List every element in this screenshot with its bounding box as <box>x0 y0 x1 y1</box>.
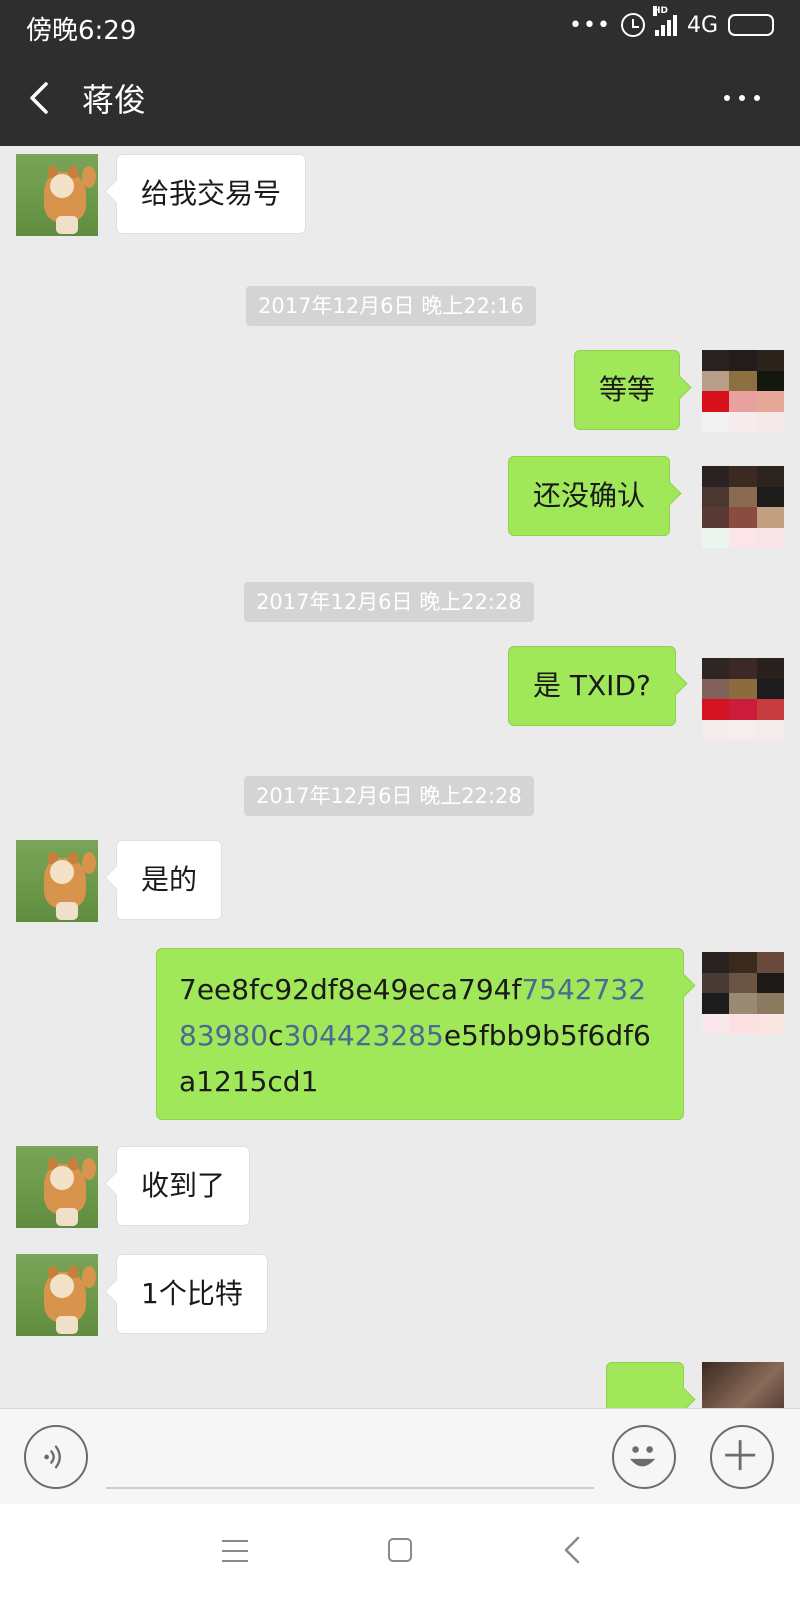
chat-header: 蒋俊 <box>0 50 800 146</box>
txid-text: 7ee8fc92df8e49eca794f754273283980c304423… <box>179 967 661 1105</box>
my-avatar[interactable] <box>702 466 784 548</box>
contact-avatar[interactable] <box>16 154 98 236</box>
alarm-icon <box>620 13 645 37</box>
contact-avatar[interactable] <box>16 1146 98 1228</box>
battery-icon <box>728 14 774 36</box>
nav-home-button[interactable] <box>388 1538 412 1562</box>
hd-label: HD <box>652 6 668 16</box>
message-bubble-sent[interactable]: 还没确认 <box>508 456 671 536</box>
back-button[interactable] <box>20 70 76 126</box>
notification-dots-icon: ••• <box>569 12 611 38</box>
more-dots-icon <box>724 95 730 101</box>
message-bubble-txid[interactable]: 7ee8fc92df8e49eca794f754273283980c304423… <box>156 948 684 1120</box>
my-avatar[interactable] <box>702 350 784 432</box>
message-bubble-received[interactable]: 收到了 <box>116 1146 251 1226</box>
message-bubble-received[interactable]: 是的 <box>116 840 223 920</box>
txid-part: c <box>268 1019 284 1052</box>
input-bar <box>0 1408 800 1504</box>
timestamp: 2017年12月6日 晚上22:28 <box>244 776 534 816</box>
status-bar: 傍晚6:29 ••• HD 4G <box>0 0 800 50</box>
plus-icon <box>725 1440 756 1471</box>
status-time: 傍晚6:29 <box>26 16 137 46</box>
status-icons: ••• HD 4G <box>569 6 774 40</box>
chat-messages[interactable]: 给我交易号 2017年12月6日 晚上22:16 等等 还没确认 2017年12… <box>0 146 800 1408</box>
contact-avatar[interactable] <box>16 840 98 922</box>
more-button[interactable] <box>718 84 766 112</box>
timestamp: 2017年12月6日 晚上22:16 <box>246 286 536 326</box>
my-avatar[interactable] <box>702 1362 784 1408</box>
message-bubble-received[interactable]: 给我交易号 <box>116 154 307 234</box>
menu-icon <box>222 1540 248 1542</box>
txid-part: 7ee8fc92df8e49eca794f <box>179 973 522 1006</box>
chevron-left-icon <box>30 82 48 114</box>
chat-title: 蒋俊 <box>82 81 147 119</box>
emoji-button[interactable] <box>612 1425 676 1489</box>
message-bubble-received[interactable]: 1个比特 <box>116 1254 268 1334</box>
message-input[interactable] <box>106 1429 594 1489</box>
plus-button[interactable] <box>710 1425 774 1489</box>
voice-button[interactable] <box>24 1425 88 1489</box>
message-bubble-sent[interactable]: 等等 <box>574 350 681 430</box>
emoji-icon <box>629 1446 656 1467</box>
message-bubble-sent[interactable]: 是 TXID? <box>508 646 676 726</box>
nav-back-icon <box>564 1536 580 1564</box>
signal-icon: HD <box>652 6 677 36</box>
timestamp: 2017年12月6日 晚上22:28 <box>244 582 534 622</box>
network-type: 4G <box>686 12 718 38</box>
my-avatar[interactable] <box>702 952 784 1034</box>
nav-menu-button[interactable] <box>222 1540 248 1562</box>
my-avatar[interactable] <box>702 658 784 740</box>
nav-back-button[interactable] <box>558 1534 588 1566</box>
voice-icon <box>44 1445 61 1469</box>
message-bubble-sent-partial[interactable] <box>606 1362 684 1408</box>
txid-number-link[interactable]: 304423285 <box>283 1019 443 1052</box>
contact-avatar[interactable] <box>16 1254 98 1336</box>
system-nav-bar <box>0 1504 800 1600</box>
